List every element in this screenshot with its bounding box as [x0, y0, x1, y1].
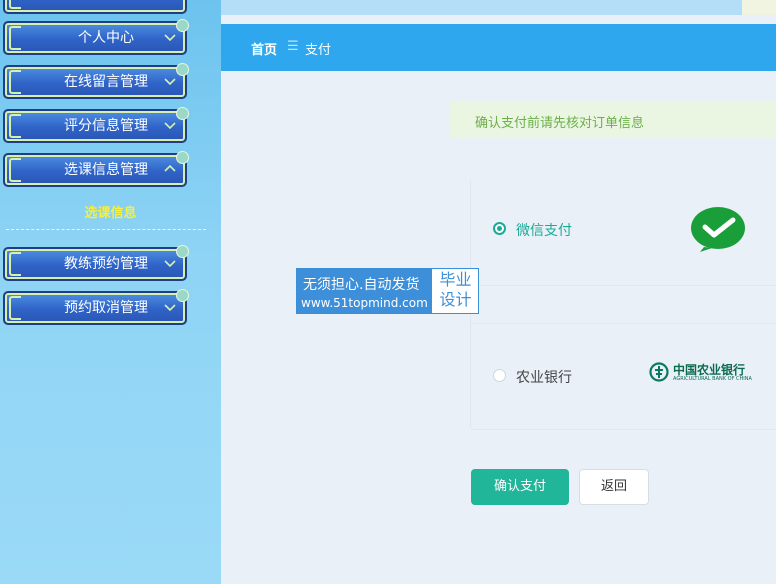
sidebar-item-label: 评分信息管理 — [64, 118, 148, 134]
sidebar-item-top[interactable] — [3, 0, 187, 14]
payment-options: 微信支付 农业银行 中国农业银行 AGRICULTURAL BANK OF CH… — [470, 180, 776, 430]
payment-option-abc[interactable]: 农业银行 中国农业银行 AGRICULTURAL BANK OF CHINA — [471, 323, 776, 430]
chevron-down-icon — [164, 34, 176, 42]
sidebar-item-messages[interactable]: 在线留言管理 — [3, 63, 189, 99]
notice-text: 确认支付前请先核对订单信息 — [475, 116, 645, 131]
sidebar-item-booking-cancel[interactable]: 预约取消管理 — [3, 289, 189, 325]
radio-abc[interactable] — [493, 369, 506, 382]
payment-label: 微信支付 — [516, 223, 572, 239]
sidebar-item-course-selection[interactable]: 选课信息管理 — [3, 151, 189, 187]
abc-bank-logo-icon: 中国农业银行 AGRICULTURAL BANK OF CHINA — [649, 361, 753, 387]
wechat-pay-logo-icon — [691, 207, 745, 252]
notice-banner: 确认支付前请先核对订单信息 — [450, 102, 776, 138]
chevron-down-icon — [164, 304, 176, 312]
sidebar: 个人中心 在线留言管理 评分信息管理 选课信息管理 选课信息 教练预约管理 预约… — [0, 0, 221, 584]
sidebar-item-personal-center[interactable]: 个人中心 — [3, 19, 189, 55]
sidebar-item-coach-booking[interactable]: 教练预约管理 — [3, 245, 189, 281]
watermark-side: 毕业设计 — [439, 270, 472, 309]
sidebar-item-label: 教练预约管理 — [64, 256, 148, 272]
sidebar-item-label: 在线留言管理 — [64, 74, 148, 90]
ornament-icon — [9, 0, 21, 9]
breadcrumb-home[interactable]: 首页 — [251, 39, 277, 58]
confirm-pay-button[interactable]: 确认支付 — [471, 469, 569, 505]
header-corner — [742, 0, 776, 15]
abc-logo-text-en: AGRICULTURAL BANK OF CHINA — [673, 376, 752, 382]
watermark-line2: www.51topmind.com — [301, 296, 428, 310]
watermark-left: 无须担心.自动发货 www.51topmind.com — [297, 269, 432, 313]
divider — [6, 229, 206, 230]
breadcrumb-current: 支付 — [305, 43, 332, 58]
sidebar-item-label: 个人中心 — [78, 30, 134, 46]
payment-option-wechat[interactable]: 微信支付 — [471, 180, 776, 286]
sidebar-subitem-course-info[interactable]: 选课信息 — [0, 202, 221, 221]
chevron-down-icon — [164, 78, 176, 86]
watermark: 无须担心.自动发货 www.51topmind.com 毕业设计 — [296, 268, 479, 314]
sidebar-item-label: 预约取消管理 — [64, 300, 148, 316]
payment-label: 农业银行 — [516, 370, 572, 386]
top-header-strip — [221, 0, 776, 15]
chevron-down-icon — [164, 260, 176, 268]
abc-emblem-icon — [649, 362, 669, 382]
chevron-down-icon — [164, 122, 176, 130]
breadcrumb-separator-icon: ☰ — [287, 39, 299, 54]
sidebar-item-label: 选课信息管理 — [64, 162, 148, 178]
sidebar-item-ratings[interactable]: 评分信息管理 — [3, 107, 189, 143]
radio-wechat[interactable] — [493, 222, 506, 235]
breadcrumb: 首页 ☰ 支付 — [221, 24, 776, 71]
back-button[interactable]: 返回 — [579, 469, 649, 505]
chevron-up-icon — [164, 164, 176, 172]
watermark-line1: 无须担心.自动发货 — [303, 277, 420, 293]
